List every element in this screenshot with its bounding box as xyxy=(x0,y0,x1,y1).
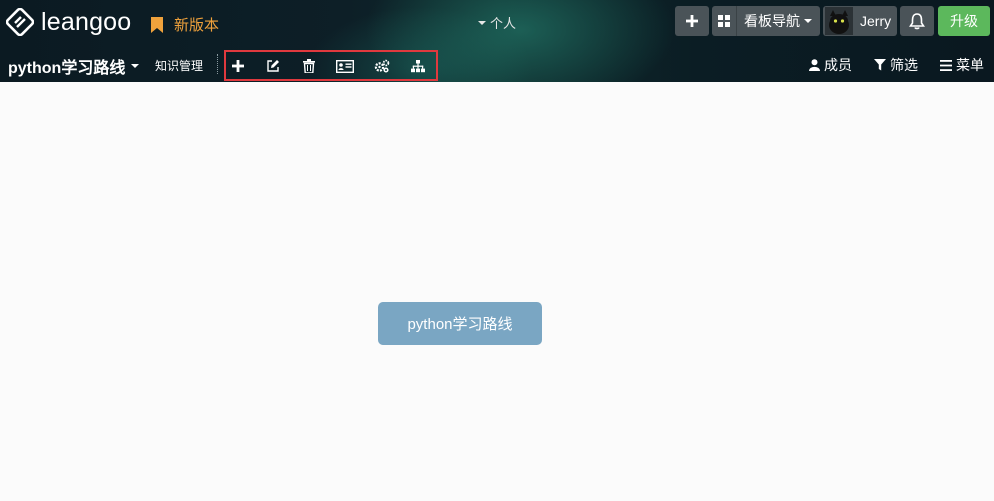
filter-label: 筛选 xyxy=(890,57,918,73)
members-label: 成员 xyxy=(824,57,852,73)
leangoo-logo-icon xyxy=(6,8,34,36)
plus-icon xyxy=(232,60,244,72)
logo[interactable]: leangoo xyxy=(6,7,131,37)
filter-icon xyxy=(874,59,886,71)
notifications-button[interactable] xyxy=(900,6,934,36)
bookmark-icon xyxy=(151,16,163,33)
personal-dropdown[interactable]: 个人 xyxy=(478,13,516,32)
caret-down-icon xyxy=(478,20,486,25)
delete-node-button[interactable] xyxy=(299,58,319,74)
board-navigation-label: 看板导航 xyxy=(744,13,800,29)
user-icon xyxy=(809,59,820,71)
edit-node-button[interactable] xyxy=(263,58,283,74)
board-navigation-button[interactable]: 看板导航 xyxy=(712,6,820,36)
trash-icon xyxy=(303,59,315,73)
top-nav-bar: leangoo 新版本 个人 看板导航 Jerry 升级 xyxy=(0,0,994,44)
edit-icon xyxy=(267,60,279,72)
cogs-icon xyxy=(374,59,390,73)
sitemap-icon xyxy=(411,59,425,72)
add-button[interactable] xyxy=(675,6,709,36)
divider xyxy=(217,54,218,74)
knowledge-management-link[interactable]: 知识管理 xyxy=(155,57,203,74)
node-settings-button[interactable] xyxy=(372,58,392,74)
menu-label: 菜单 xyxy=(956,57,984,73)
new-version-link[interactable]: 新版本 xyxy=(150,14,219,35)
filter-button[interactable]: 筛选 xyxy=(874,55,918,75)
node-card-button[interactable] xyxy=(335,58,355,74)
upgrade-button[interactable]: 升级 xyxy=(938,6,990,36)
top-header: leangoo 新版本 个人 看板导航 Jerry 升级 python学习路线 … xyxy=(0,0,994,82)
logo-text: leangoo xyxy=(41,7,132,36)
avatar xyxy=(825,7,853,35)
caret-down-icon xyxy=(131,64,140,68)
hamburger-icon xyxy=(940,59,952,71)
mindmap-root-node[interactable]: python学习路线 xyxy=(378,302,542,345)
new-version-label: 新版本 xyxy=(174,17,220,34)
add-node-button[interactable] xyxy=(228,58,248,74)
personal-label: 个人 xyxy=(490,16,517,31)
user-name: Jerry xyxy=(860,13,892,29)
bell-icon xyxy=(909,13,925,30)
board-title: python学习路线 xyxy=(8,60,126,77)
menu-button[interactable]: 菜单 xyxy=(940,55,984,75)
caret-down-icon xyxy=(804,19,812,23)
members-button[interactable]: 成员 xyxy=(809,55,852,75)
id-card-icon xyxy=(336,59,354,73)
node-structure-button[interactable] xyxy=(408,58,428,74)
mindmap-toolbar xyxy=(224,50,438,81)
grid-icon xyxy=(712,6,737,36)
plus-icon xyxy=(686,15,698,27)
board-title-dropdown[interactable]: python学习路线 xyxy=(8,54,140,78)
board-bar: python学习路线 知识管理 成员 筛选 菜单 xyxy=(0,44,994,82)
user-menu-button[interactable]: Jerry xyxy=(823,6,897,36)
